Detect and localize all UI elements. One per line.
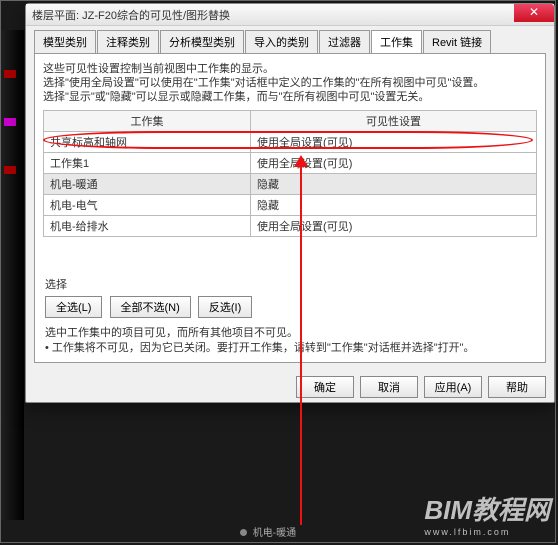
table-row[interactable]: 工作集1使用全局设置(可见) — [44, 153, 537, 174]
workset-name: 共享标高和轴网 — [44, 132, 251, 153]
tab-worksets[interactable]: 工作集 — [371, 30, 422, 53]
annotation-arrow-head — [294, 155, 308, 167]
select-label: 选择 — [45, 276, 256, 292]
workset-name: 机电-暖通 — [44, 174, 251, 195]
visibility-value[interactable]: 隐藏 — [251, 195, 537, 216]
table-row[interactable]: 机电-电气隐藏 — [44, 195, 537, 216]
visibility-value[interactable]: 使用全局设置(可见) — [251, 132, 537, 153]
tab-annotation[interactable]: 注释类别 — [97, 30, 159, 53]
tab-filters[interactable]: 过滤器 — [319, 30, 370, 53]
invert-button[interactable]: 反选(I) — [198, 296, 252, 318]
note-1: 选中工作集中的项目可见，而所有其他项目不可见。 — [45, 326, 475, 341]
visibility-value[interactable]: 隐藏 — [251, 174, 537, 195]
close-button[interactable]: ✕ — [514, 4, 554, 22]
side-toolbar — [0, 30, 24, 520]
select-none-button[interactable]: 全部不选(N) — [110, 296, 191, 318]
table-row[interactable]: 机电-给排水使用全局设置(可见) — [44, 216, 537, 237]
cancel-button[interactable]: 取消 — [360, 376, 418, 398]
info-line-1: 这些可见性设置控制当前视图中工作集的显示。 — [43, 62, 537, 76]
note-2: • 工作集将不可见，因为它已关闭。要打开工作集，请转到"工作集"对话框并选择"打… — [45, 341, 475, 356]
visibility-value[interactable]: 使用全局设置(可见) — [251, 216, 537, 237]
workset-name: 机电-电气 — [44, 195, 251, 216]
watermark-big: BIM教程网 — [424, 495, 550, 525]
watermark: BIM教程网 www.lfbim.com — [424, 490, 550, 537]
status-dot-icon — [240, 529, 247, 536]
table-row[interactable]: 机电-暖通隐藏 — [44, 174, 537, 195]
col-workset: 工作集 — [44, 111, 251, 132]
tab-import[interactable]: 导入的类别 — [245, 30, 318, 53]
workset-name: 机电-给排水 — [44, 216, 251, 237]
visibility-dialog: 楼层平面: JZ-F20综合的可见性/图形替换 ✕ 模型类别 注释类别 分析模型… — [25, 3, 555, 403]
info-line-2: 选择"使用全局设置"可以使用在"工作集"对话框中定义的工作集的"在所有视图中可见… — [43, 76, 537, 90]
tab-analytical[interactable]: 分析模型类别 — [160, 30, 244, 53]
selection-group: 选择 全选(L) 全部不选(N) 反选(I) — [45, 276, 256, 318]
status-text: 机电-暖通 — [253, 528, 296, 539]
status-bar: 机电-暖通 — [240, 524, 296, 539]
tab-strip: 模型类别 注释类别 分析模型类别 导入的类别 过滤器 工作集 Revit 链接 — [26, 26, 554, 53]
tab-model[interactable]: 模型类别 — [34, 30, 96, 53]
workset-panel: 这些可见性设置控制当前视图中工作集的显示。 选择"使用全局设置"可以使用在"工作… — [34, 53, 546, 363]
col-visibility: 可见性设置 — [251, 111, 537, 132]
watermark-url: www.lfbim.com — [424, 527, 550, 537]
info-line-3: 选择"显示"或"隐藏"可以显示或隐藏工作集，而与"在所有视图中可见"设置无关。 — [43, 90, 537, 104]
table-row[interactable]: 共享标高和轴网使用全局设置(可见) — [44, 132, 537, 153]
ok-button[interactable]: 确定 — [296, 376, 354, 398]
dialog-title: 楼层平面: JZ-F20综合的可见性/图形替换 — [32, 7, 230, 23]
dialog-titlebar: 楼层平面: JZ-F20综合的可见性/图形替换 ✕ — [26, 4, 554, 26]
notes: 选中工作集中的项目可见，而所有其他项目不可见。 • 工作集将不可见，因为它已关闭… — [45, 326, 475, 356]
workset-name: 工作集1 — [44, 153, 251, 174]
select-all-button[interactable]: 全选(L) — [45, 296, 102, 318]
info-text: 这些可见性设置控制当前视图中工作集的显示。 选择"使用全局设置"可以使用在"工作… — [43, 62, 537, 104]
help-button[interactable]: 帮助 — [488, 376, 546, 398]
tab-links[interactable]: Revit 链接 — [423, 30, 491, 53]
dialog-buttons: 确定 取消 应用(A) 帮助 — [296, 376, 546, 398]
workset-table[interactable]: 工作集 可见性设置 共享标高和轴网使用全局设置(可见)工作集1使用全局设置(可见… — [43, 110, 537, 237]
apply-button[interactable]: 应用(A) — [424, 376, 482, 398]
